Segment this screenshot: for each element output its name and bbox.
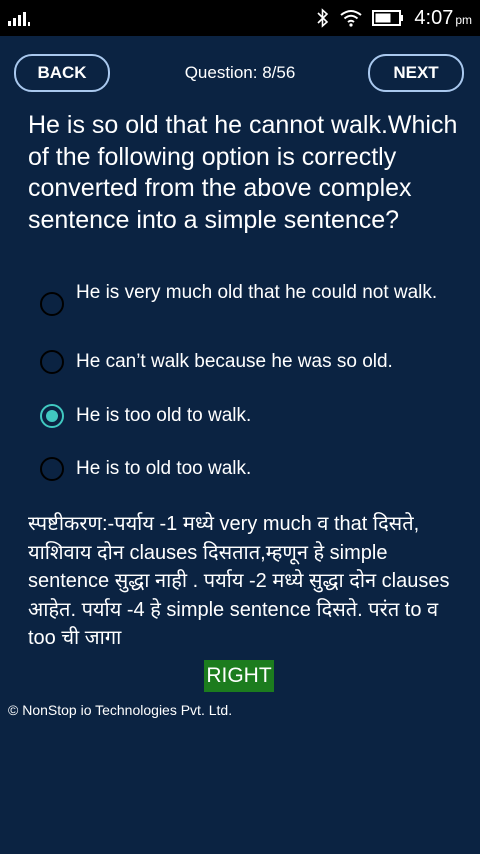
option-label: He is to old too walk. — [76, 458, 252, 479]
bluetooth-icon — [317, 8, 329, 28]
copyright-footer: © NonStop io Technologies Pvt. Ltd. — [8, 702, 233, 718]
result-badge: RIGHT — [204, 660, 274, 692]
battery-icon — [372, 10, 404, 26]
next-button[interactable]: NEXT — [368, 54, 464, 92]
wifi-icon — [340, 10, 363, 27]
radio-option-4[interactable] — [40, 457, 64, 481]
status-time: 4:07 pm — [414, 6, 472, 29]
option-label: He is too old to walk. — [76, 405, 252, 426]
status-bar: 4:07 pm — [0, 0, 480, 36]
option-label: He is very much old that he could not wa… — [76, 282, 438, 303]
question-text: He is so old that he cannot walk.Which o… — [28, 111, 458, 234]
signal-bars-icon — [8, 12, 30, 26]
option-label: He can’t walk because he was so old. — [76, 351, 393, 372]
radio-option-3[interactable] — [40, 404, 64, 428]
radio-option-1[interactable] — [40, 292, 64, 316]
radio-option-2[interactable] — [40, 350, 64, 374]
explanation-text: स्पष्टीकरण:-पर्याय -1 मध्ये very much व … — [28, 513, 450, 644]
